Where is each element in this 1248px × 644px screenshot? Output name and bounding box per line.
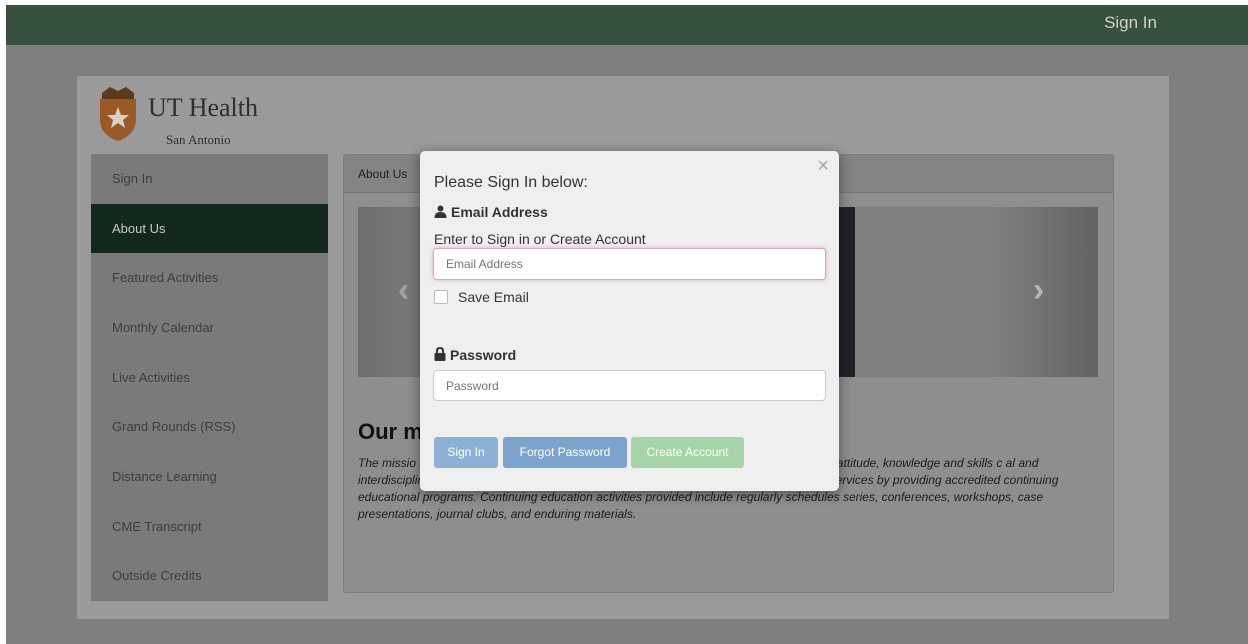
- modal-title: Please Sign In below:: [434, 174, 588, 191]
- panel-heading-title: About Us: [358, 167, 408, 181]
- email-help-text: Enter to Sign in or Create Account: [434, 231, 646, 247]
- sidebar-item-grand-rounds[interactable]: Grand Rounds (RSS): [91, 402, 328, 451]
- password-label-text: Password: [450, 347, 517, 363]
- save-email-label[interactable]: Save Email: [458, 289, 529, 305]
- sidebar-item-cme-transcript[interactable]: CME Transcript: [91, 502, 328, 551]
- close-icon[interactable]: ×: [817, 155, 829, 178]
- navbar-signin-link[interactable]: Sign In: [1104, 13, 1157, 33]
- sidebar-item-sign-in[interactable]: Sign In: [91, 154, 328, 203]
- shield-star-icon: [100, 87, 136, 141]
- chevron-left-icon[interactable]: ‹: [398, 273, 409, 307]
- forgot-password-button[interactable]: Forgot Password: [503, 437, 627, 468]
- password-label: Password: [434, 347, 516, 363]
- logo-title: UT Health: [148, 93, 258, 122]
- mission-heading: Our m: [358, 419, 423, 444]
- sidebar-item-monthly-calendar[interactable]: Monthly Calendar: [91, 303, 328, 352]
- sidebar-item-featured-activities[interactable]: Featured Activities: [91, 253, 328, 302]
- sidebar-item-distance-learning[interactable]: Distance Learning: [91, 452, 328, 501]
- email-label-text: Email Address: [451, 204, 548, 220]
- top-navbar: Sign In: [6, 5, 1248, 45]
- sidebar-item-outside-credits[interactable]: Outside Credits: [91, 551, 328, 600]
- user-icon: [434, 205, 447, 218]
- logo-subtitle: San Antonio: [166, 132, 231, 147]
- logo[interactable]: UT Health San Antonio: [96, 81, 296, 147]
- create-account-button[interactable]: Create Account: [631, 437, 744, 468]
- sidebar: Sign In About Us Featured Activities Mon…: [91, 154, 328, 601]
- sign-in-button[interactable]: Sign In: [434, 437, 498, 468]
- signin-modal: × Please Sign In below: Email Address En…: [420, 151, 839, 491]
- email-field[interactable]: [433, 248, 826, 280]
- password-field[interactable]: [433, 370, 826, 401]
- email-label: Email Address: [434, 204, 548, 220]
- lock-icon: [434, 347, 446, 361]
- save-email-checkbox[interactable]: [434, 290, 448, 304]
- chevron-right-icon[interactable]: ›: [1033, 273, 1044, 307]
- sidebar-item-live-activities[interactable]: Live Activities: [91, 353, 328, 402]
- sidebar-item-about-us[interactable]: About Us: [91, 204, 328, 253]
